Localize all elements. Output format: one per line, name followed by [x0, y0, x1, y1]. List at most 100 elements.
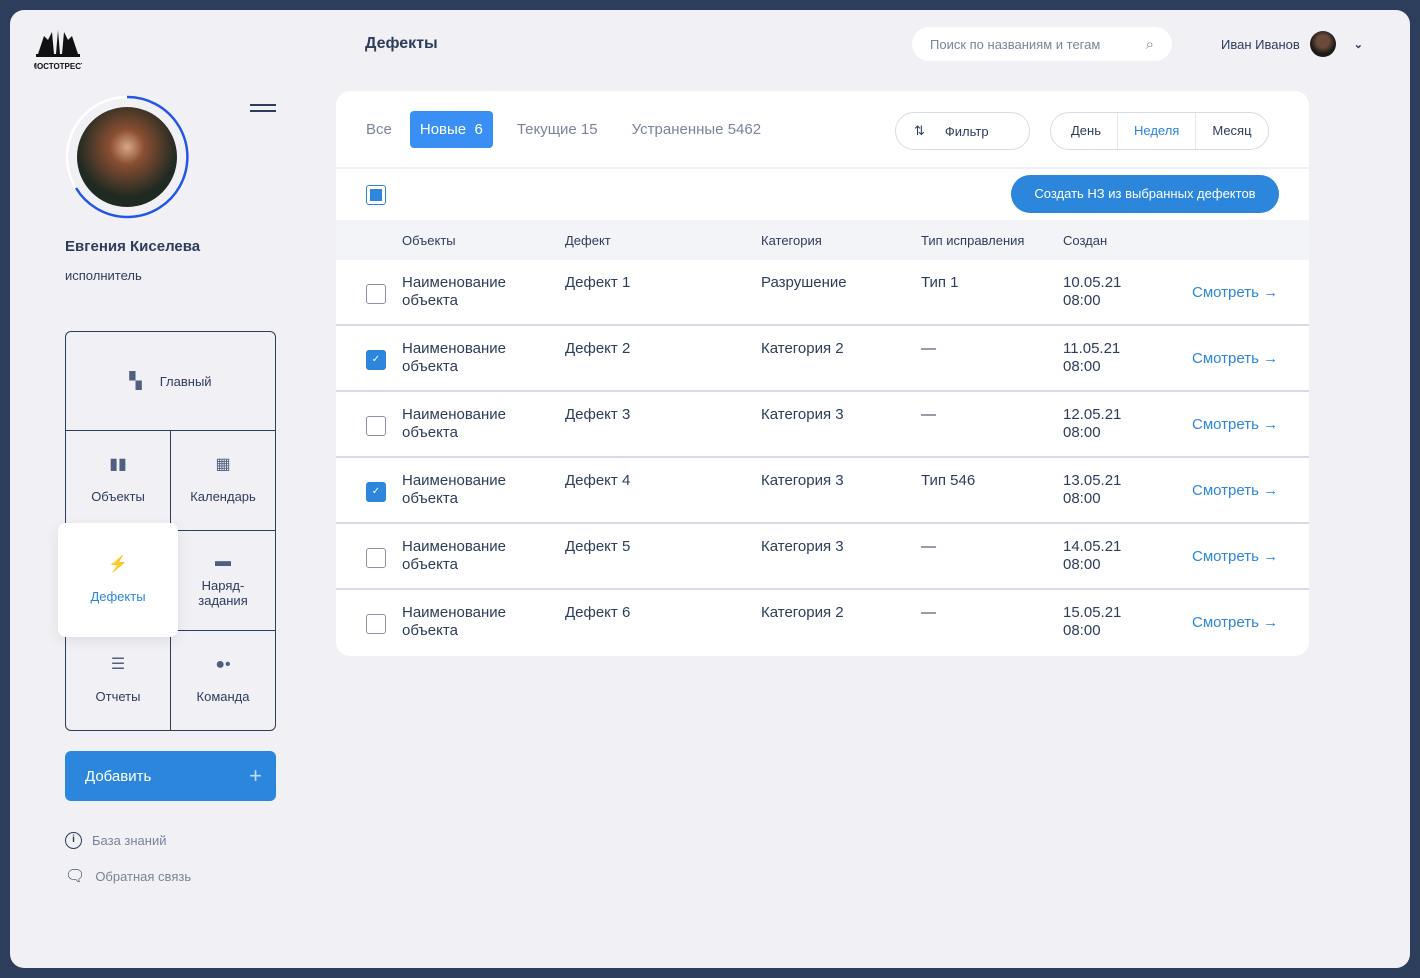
nav-orders[interactable]: ▬ Наряд- задания [171, 531, 275, 631]
dashboard-icon: ▚ [129, 372, 142, 390]
tab-resolved[interactable]: Устраненные 5462 [622, 111, 771, 148]
bookmark-icon: ▬ [215, 552, 231, 570]
object-name: Наименование объекта [402, 538, 506, 573]
defect-name: Дефект 4 [565, 472, 631, 489]
table-row: Наименование объекта Дефект 6 Категория … [336, 590, 1309, 656]
object-name: Наименование объекта [402, 604, 506, 639]
info-icon: i [65, 832, 82, 849]
table-header: Объекты Дефект Категория Тип исправления… [336, 220, 1309, 260]
profile-avatar[interactable] [64, 94, 190, 220]
created-time: 08:00 [1063, 292, 1101, 309]
lightning-icon: ⚡ [108, 555, 128, 573]
row-checkbox[interactable] [366, 284, 386, 304]
col-category[interactable]: Категория [761, 233, 822, 248]
defect-name: Дефект 5 [565, 538, 631, 555]
company-logo: МОСТОТРЕСТ [34, 30, 82, 71]
row-checkbox[interactable] [366, 416, 386, 436]
reports-icon: ☰ [110, 656, 126, 673]
knowledge-base-link[interactable]: i База знаний [65, 832, 167, 849]
app-window: МОСТОТРЕСТ Евгения Киселева исполнитель … [10, 10, 1410, 968]
search-input[interactable]: Поиск по названиям и тегам ⌕ [912, 27, 1172, 61]
team-icon: ●• [215, 656, 231, 673]
view-link[interactable]: Смотреть → [1192, 548, 1278, 566]
row-checkbox[interactable]: ✓ [366, 482, 386, 502]
view-link[interactable]: Смотреть → [1192, 350, 1278, 368]
table-row: ✓ Наименование объекта Дефект 4 Категори… [336, 458, 1309, 524]
user-menu[interactable]: Иван Иванов ⌄ [1221, 31, 1363, 57]
feedback-link[interactable]: 🗨 Обратная связь [65, 866, 191, 886]
period-day[interactable]: День [1051, 113, 1117, 149]
fix-type: Тип 1 [921, 274, 959, 291]
tab-new[interactable]: Новые 6 [409, 111, 493, 148]
sort-icon: ⇅ [914, 123, 925, 138]
fix-type: Тип 546 [921, 472, 976, 489]
category: Категория 2 [761, 604, 844, 621]
defect-name: Дефект 1 [565, 274, 631, 291]
col-created[interactable]: Создан [1063, 233, 1107, 248]
view-link[interactable]: Смотреть → [1192, 416, 1278, 434]
created-time: 08:00 [1063, 556, 1101, 573]
defect-name: Дефект 3 [565, 406, 631, 423]
category: Категория 2 [761, 340, 844, 357]
nav-objects[interactable]: ▮▮ Объекты [66, 431, 171, 531]
calendar-icon: ▦ [215, 456, 231, 473]
fix-type: — [921, 538, 936, 555]
category: Категория 3 [761, 472, 844, 489]
col-objects[interactable]: Объекты [402, 233, 456, 248]
table-row: Наименование объекта Дефект 5 Категория … [336, 524, 1309, 590]
col-fix-type[interactable]: Тип исправления [921, 233, 1024, 248]
category: Разрушение [761, 274, 847, 291]
period-month[interactable]: Месяц [1195, 113, 1267, 149]
created-date: 12.05.21 [1063, 406, 1122, 423]
nav-reports[interactable]: ☰ Отчеты [66, 631, 171, 730]
defects-card: Все Новые 6 Текущие 15 Устраненные 5462 … [336, 91, 1309, 656]
object-name: Наименование объекта [402, 274, 506, 309]
object-name: Наименование объекта [402, 406, 506, 441]
view-link[interactable]: Смотреть → [1192, 482, 1278, 500]
nav-team[interactable]: ●• Команда [171, 631, 275, 730]
nav-defects[interactable]: ⚡ Дефекты [58, 523, 178, 637]
view-link[interactable]: Смотреть → [1192, 614, 1278, 632]
tab-current[interactable]: Текущие 15 [507, 111, 608, 148]
profile-name: Евгения Киселева [65, 238, 201, 255]
svg-text:МОСТОТРЕСТ: МОСТОТРЕСТ [34, 62, 82, 71]
period-week[interactable]: Неделя [1117, 113, 1195, 149]
created-time: 08:00 [1063, 358, 1101, 375]
defect-name: Дефект 6 [565, 604, 631, 621]
created-date: 10.05.21 [1063, 274, 1122, 291]
created-time: 08:00 [1063, 622, 1101, 639]
search-icon[interactable]: ⌕ [1146, 36, 1154, 53]
divider [336, 167, 1309, 169]
object-name: Наименование объекта [402, 340, 506, 375]
fix-type: — [921, 406, 936, 423]
table-row: ✓ Наименование объекта Дефект 2 Категори… [336, 326, 1309, 392]
chevron-down-icon[interactable]: ⌄ [1354, 38, 1363, 51]
created-date: 11.05.21 [1063, 340, 1121, 357]
category: Категория 3 [761, 538, 844, 555]
created-date: 15.05.21 [1063, 604, 1122, 621]
row-checkbox[interactable] [366, 614, 386, 634]
nav-calendar[interactable]: ▦ Календарь [171, 431, 275, 531]
user-avatar [1309, 31, 1336, 57]
tab-all[interactable]: Все [356, 111, 402, 148]
filter-button[interactable]: ⇅ Фильтр [895, 112, 1030, 150]
defect-name: Дефект 2 [565, 340, 631, 357]
row-checkbox[interactable]: ✓ [366, 350, 386, 370]
add-button[interactable]: Добавить + [65, 751, 276, 801]
created-date: 13.05.21 [1063, 472, 1122, 489]
chat-icon: 🗨 [65, 868, 86, 885]
profile-role: исполнитель [65, 268, 142, 283]
period-switch: День Неделя Месяц [1050, 112, 1269, 150]
category: Категория 3 [761, 406, 844, 423]
plus-icon: + [249, 763, 262, 788]
col-defect[interactable]: Дефект [565, 233, 611, 248]
row-checkbox[interactable] [366, 548, 386, 568]
created-time: 08:00 [1063, 424, 1101, 441]
object-name: Наименование объекта [402, 472, 506, 507]
menu-icon[interactable] [250, 104, 276, 116]
create-order-button[interactable]: Создать НЗ из выбранных дефектов [1011, 175, 1279, 213]
fix-type: — [921, 340, 936, 357]
view-link[interactable]: Смотреть → [1192, 284, 1278, 302]
select-all-checkbox[interactable] [366, 185, 386, 205]
nav-main[interactable]: ▚ Главный [66, 332, 275, 431]
